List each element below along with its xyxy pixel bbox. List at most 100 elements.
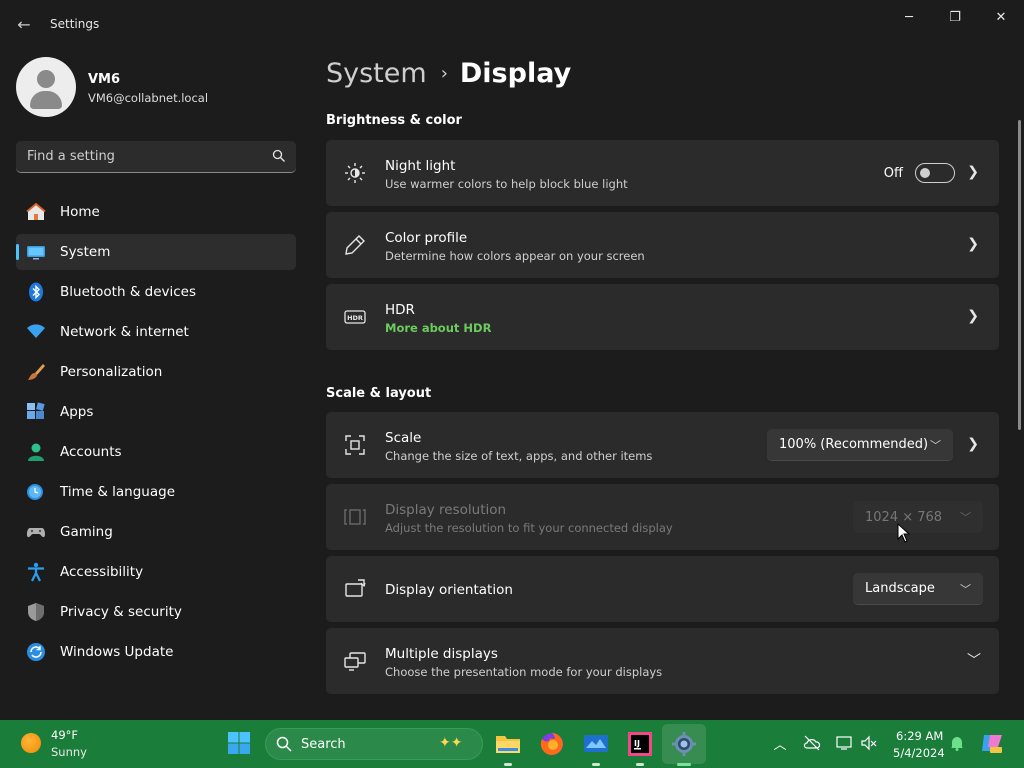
breadcrumb-chevron-icon: › <box>440 63 448 84</box>
title-bar: ← Settings ─ ❐ ✕ <box>0 0 1024 48</box>
cloud-off-icon[interactable] <box>803 734 821 752</box>
sun-icon[interactable] <box>21 733 41 753</box>
firefox-icon[interactable] <box>538 730 566 758</box>
scale-card[interactable]: Scale Change the size of text, apps, and… <box>326 412 999 478</box>
hdr-icon: HDR <box>344 310 366 324</box>
taskbar-search[interactable]: Search ✦✦ <box>265 728 483 760</box>
notification-bell-icon[interactable] <box>948 734 966 752</box>
update-icon <box>27 643 45 661</box>
sidebar-item-apps[interactable]: Apps <box>16 394 296 430</box>
sidebar-item-label: Accounts <box>60 444 122 460</box>
pen-icon <box>345 235 365 255</box>
night-light-card[interactable]: Night light Use warmer colors to help bl… <box>326 140 999 206</box>
back-button[interactable]: ← <box>10 10 38 38</box>
display-resolution-subtitle: Adjust the resolution to fit your connec… <box>385 521 673 535</box>
sidebar-item-home[interactable]: Home <box>16 194 296 230</box>
breadcrumb-parent[interactable]: System <box>326 58 427 89</box>
sidebar-item-label: Privacy & security <box>60 604 182 620</box>
sidebar-item-accounts[interactable]: Accounts <box>16 434 296 470</box>
weather-condition[interactable]: Sunny <box>51 745 87 759</box>
weather-temp[interactable]: 49°F <box>51 728 78 742</box>
night-light-subtitle: Use warmer colors to help block blue lig… <box>385 177 628 191</box>
copilot-preview-icon[interactable] <box>980 731 1004 755</box>
scrollbar[interactable] <box>1018 120 1021 430</box>
avatar <box>16 57 76 117</box>
settings-gear-icon[interactable] <box>670 730 698 766</box>
search-input[interactable] <box>16 141 296 172</box>
bluetooth-icon <box>29 282 43 302</box>
sidebar-item-personalization[interactable]: Personalization <box>16 354 296 390</box>
color-profile-subtitle: Determine how colors appear on your scre… <box>385 249 645 263</box>
network-monitor-icon[interactable] <box>835 734 853 752</box>
clock-date[interactable]: 5/4/2024 <box>893 746 945 760</box>
display-orientation-title: Display orientation <box>385 582 513 598</box>
multiple-displays-subtitle: Choose the presentation mode for your di… <box>385 665 663 679</box>
scale-dropdown[interactable]: 100% (Recommended) ﹀ <box>767 429 953 461</box>
search-icon <box>276 736 292 752</box>
section-title-brightness: Brightness & color <box>326 113 462 128</box>
sidebar-item-windows-update[interactable]: Windows Update <box>16 634 296 670</box>
sidebar-item-label: Accessibility <box>60 564 144 580</box>
night-light-toggle[interactable] <box>915 163 955 183</box>
orientation-dropdown[interactable]: Landscape ﹀ <box>853 573 983 605</box>
taskbar-search-label: Search <box>301 737 346 752</box>
display-orientation-card[interactable]: Display orientation Landscape ﹀ <box>326 556 999 622</box>
sidebar-item-bluetooth[interactable]: Bluetooth & devices <box>16 274 296 310</box>
color-profile-card[interactable]: Color profile Determine how colors appea… <box>326 212 999 278</box>
chevron-right-icon: ❯ <box>967 308 979 324</box>
sidebar-item-label: Network & internet <box>60 324 189 340</box>
sidebar-item-time-language[interactable]: Time & language <box>16 474 296 510</box>
svg-text:HDR: HDR <box>347 314 363 322</box>
chevron-up-icon[interactable]: ︿ <box>771 734 789 753</box>
mouse-cursor-icon <box>897 523 911 543</box>
resolution-dropdown: 1024 × 768 ﹀ <box>853 501 983 533</box>
more-about-hdr-link[interactable]: More about HDR <box>385 321 491 335</box>
sidebar-item-system[interactable]: System <box>16 234 296 270</box>
sidebar-item-label: Windows Update <box>60 644 174 660</box>
sidebar-nav: Home System Bluetooth & devices Network … <box>16 194 296 674</box>
sidebar-item-label: Time & language <box>60 484 176 500</box>
search-icon[interactable] <box>272 149 286 163</box>
accounts-icon <box>28 443 44 461</box>
brush-icon <box>28 364 45 380</box>
remote-desktop-icon[interactable] <box>582 730 610 766</box>
windows-start-icon[interactable] <box>227 731 251 755</box>
multiple-displays-title: Multiple displays <box>385 646 498 662</box>
maximize-button[interactable]: ❐ <box>932 2 978 32</box>
network-icon <box>27 324 45 338</box>
sidebar-item-network[interactable]: Network & internet <box>16 314 296 350</box>
resolution-icon <box>344 509 366 525</box>
intellij-idea-icon[interactable]: IJ <box>626 730 654 766</box>
sidebar-item-label: Gaming <box>60 524 113 540</box>
sidebar-item-accessibility[interactable]: Accessibility <box>16 554 296 590</box>
search-box <box>16 141 296 173</box>
orientation-icon <box>345 579 366 597</box>
minimize-button[interactable]: ─ <box>886 2 932 32</box>
taskbar: 49°F Sunny Search ✦✦ IJ ︿ 6:29 AM 5/4/20… <box>0 720 1024 768</box>
chevron-down-icon[interactable]: ﹀ <box>967 650 981 670</box>
close-button[interactable]: ✕ <box>978 2 1024 32</box>
chevron-right-icon: ❯ <box>967 436 979 452</box>
section-title-scale-layout: Scale & layout <box>326 386 432 401</box>
minimize-icon: ─ <box>905 9 913 25</box>
app-title: Settings <box>50 17 100 31</box>
volume-muted-icon[interactable] <box>860 734 878 752</box>
page-title: Display <box>459 58 572 89</box>
breadcrumb: System › Display <box>326 58 571 89</box>
color-profile-title: Color profile <box>385 230 468 246</box>
sidebar-item-gaming[interactable]: Gaming <box>16 514 296 550</box>
back-arrow-icon: ← <box>17 14 31 34</box>
system-icon <box>27 246 45 260</box>
chevron-down-icon: ﹀ <box>960 583 971 596</box>
scale-title: Scale <box>385 430 422 446</box>
night-light-icon <box>345 163 365 183</box>
clock-time[interactable]: 6:29 AM <box>896 729 943 743</box>
sidebar-item-privacy-security[interactable]: Privacy & security <box>16 594 296 630</box>
time-language-icon <box>27 484 43 500</box>
multiple-displays-card[interactable]: Multiple displays Choose the presentatio… <box>326 628 999 694</box>
orientation-value: Landscape <box>865 581 935 596</box>
hdr-card[interactable]: HDR HDR More about HDR ❯ <box>326 284 999 350</box>
file-explorer-icon[interactable] <box>494 730 522 766</box>
user-profile[interactable]: VM6 VM6@collabnet.local <box>16 57 296 117</box>
scale-subtitle: Change the size of text, apps, and other… <box>385 449 653 463</box>
